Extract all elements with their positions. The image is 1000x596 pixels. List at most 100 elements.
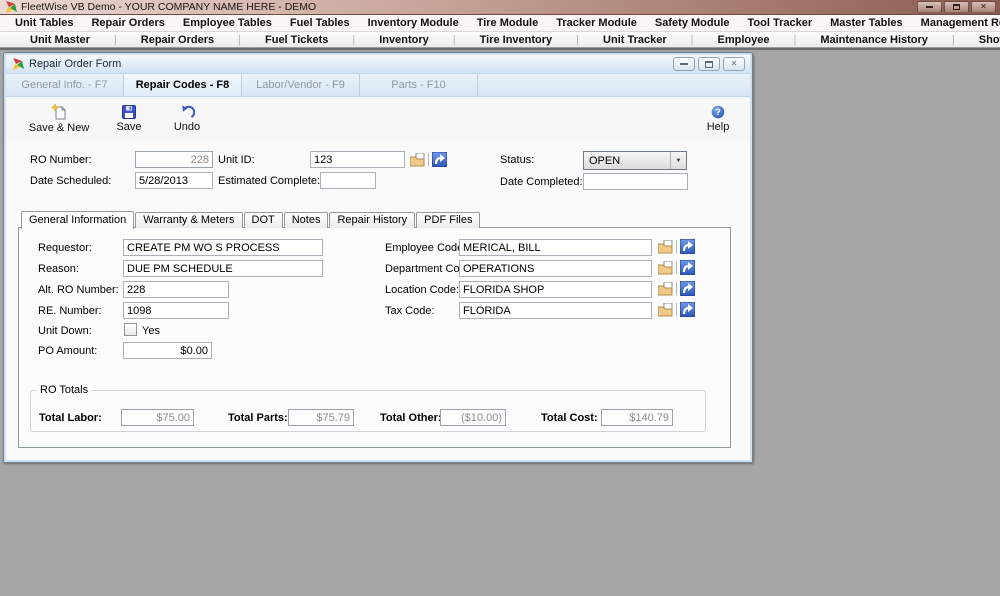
window-controls: ✕	[917, 1, 996, 13]
separator	[676, 282, 677, 295]
menu-inventory-module[interactable]: Inventory Module	[359, 17, 468, 29]
po-amount-field[interactable]	[123, 342, 212, 359]
ro-number-field[interactable]	[135, 151, 213, 168]
unit-down-checkbox[interactable]	[124, 323, 137, 336]
close-button[interactable]: ✕	[971, 1, 996, 13]
form-section-tabs: General Info. - F7 Repair Codes - F8 Lab…	[6, 74, 750, 97]
menu-tracker-module[interactable]: Tracker Module	[547, 17, 646, 29]
employee-code-field[interactable]	[459, 239, 652, 256]
total-cost-label: Total Cost:	[541, 410, 598, 427]
reason-label: Reason:	[38, 261, 79, 278]
shortcut-bar: Unit Master| Repair Orders| Fuel Tickets…	[0, 32, 1000, 48]
tab-repair-history[interactable]: Repair History	[329, 212, 415, 228]
re-number-label: RE. Number:	[38, 303, 102, 320]
shortcut-maintenance-history[interactable]: Maintenance History	[796, 34, 952, 46]
total-other-field[interactable]	[440, 409, 506, 426]
shortcut-inventory[interactable]: Inventory	[355, 34, 453, 46]
menu-unit-tables[interactable]: Unit Tables	[6, 17, 82, 29]
shortcut-repair-orders[interactable]: Repair Orders	[117, 34, 238, 46]
total-labor-label: Total Labor:	[39, 410, 102, 427]
help-button[interactable]: ? Help	[683, 100, 753, 138]
form-toolbar: Save & New Save	[6, 97, 750, 141]
menu-tire-module[interactable]: Tire Module	[468, 17, 548, 29]
menu-management-reports[interactable]: Management Reports	[912, 17, 1000, 29]
tab-dot[interactable]: DOT	[244, 212, 283, 228]
unit-down-yes-label: Yes	[142, 323, 160, 340]
menu-employee-tables[interactable]: Employee Tables	[174, 17, 281, 29]
date-completed-label: Date Completed:	[500, 174, 583, 191]
menu-repair-orders[interactable]: Repair Orders	[82, 17, 173, 29]
tab-pdf-files[interactable]: PDF Files	[416, 212, 480, 228]
total-labor-field[interactable]	[121, 409, 194, 426]
location-code-lookup-group	[658, 281, 695, 296]
tab-notes[interactable]: Notes	[284, 212, 329, 228]
estimated-complete-field[interactable]	[320, 172, 376, 189]
menu-tool-tracker[interactable]: Tool Tracker	[739, 17, 822, 29]
department-lookup-folder-icon[interactable]	[658, 261, 673, 275]
shortcut-unit-tracker[interactable]: Unit Tracker	[579, 34, 691, 46]
form-minimize-button[interactable]	[673, 57, 695, 71]
employee-goto-icon[interactable]	[680, 239, 695, 254]
tab-parts-f10[interactable]: Parts - F10	[360, 74, 478, 96]
main-titlebar[interactable]: FleetWise VB Demo - YOUR COMPANY NAME HE…	[0, 0, 1000, 15]
app-icon	[4, 1, 17, 14]
unit-id-lookup-group	[410, 152, 447, 167]
menu-safety-module[interactable]: Safety Module	[646, 17, 739, 29]
tab-warranty-meters[interactable]: Warranty & Meters	[135, 212, 242, 228]
location-goto-icon[interactable]	[680, 281, 695, 296]
date-scheduled-field[interactable]	[135, 172, 213, 189]
repair-order-form-titlebar[interactable]: Repair Order Form ✕	[6, 55, 750, 74]
undo-arrow-icon	[180, 105, 195, 119]
unit-goto-icon[interactable]	[432, 152, 447, 167]
menu-master-tables[interactable]: Master Tables	[821, 17, 912, 29]
tab-general-information[interactable]: General Information	[21, 211, 134, 229]
tax-lookup-folder-icon[interactable]	[658, 303, 673, 317]
form-icon	[11, 58, 24, 71]
tax-code-field[interactable]	[459, 302, 652, 319]
total-parts-field[interactable]	[288, 409, 354, 426]
tax-goto-icon[interactable]	[680, 302, 695, 317]
department-code-field[interactable]	[459, 260, 652, 277]
estimated-complete-label: Estimated Complete:	[218, 173, 320, 190]
ro-number-label: RO Number:	[30, 152, 92, 169]
tab-general-info-f7[interactable]: General Info. - F7	[6, 74, 124, 96]
minimize-button[interactable]	[917, 1, 942, 13]
tab-repair-codes-f8[interactable]: Repair Codes - F8	[124, 74, 242, 96]
window-title: FleetWise VB Demo - YOUR COMPANY NAME HE…	[21, 1, 316, 13]
date-completed-field[interactable]	[583, 173, 688, 190]
shortcut-show-reminders[interactable]: Show Reminders	[955, 34, 1000, 46]
shortcut-employee[interactable]: Employee	[693, 34, 793, 46]
shortcut-unit-master[interactable]: Unit Master	[6, 34, 114, 46]
location-code-field[interactable]	[459, 281, 652, 298]
undo-button[interactable]: Undo	[152, 100, 222, 138]
floppy-disk-icon	[122, 105, 136, 119]
total-other-label: Total Other:	[380, 410, 442, 427]
save-and-new-button[interactable]: Save & New	[24, 100, 94, 138]
form-maximize-button[interactable]	[698, 57, 720, 71]
date-scheduled-label: Date Scheduled:	[30, 173, 111, 190]
reason-field[interactable]	[123, 260, 323, 277]
form-close-button[interactable]: ✕	[723, 57, 745, 71]
form-title: Repair Order Form	[29, 58, 121, 70]
po-amount-label: PO Amount:	[38, 343, 97, 360]
location-lookup-folder-icon[interactable]	[658, 282, 673, 296]
ro-totals-group: RO Totals Total Labor: Total Parts: Tota…	[30, 384, 706, 432]
separator	[676, 240, 677, 253]
maximize-button[interactable]	[944, 1, 969, 13]
tab-labor-vendor-f9[interactable]: Labor/Vendor - F9	[242, 74, 360, 96]
status-dropdown[interactable]: OPEN ▼	[583, 151, 687, 170]
total-cost-field[interactable]	[601, 409, 673, 426]
unit-lookup-folder-icon[interactable]	[410, 153, 425, 167]
employee-lookup-folder-icon[interactable]	[658, 240, 673, 254]
re-number-field[interactable]	[123, 302, 229, 319]
unit-id-field[interactable]	[310, 151, 405, 168]
location-code-label: Location Code:	[385, 282, 459, 299]
alt-ro-number-field[interactable]	[123, 281, 229, 298]
alt-ro-number-label: Alt. RO Number:	[38, 282, 119, 299]
menu-fuel-tables[interactable]: Fuel Tables	[281, 17, 359, 29]
detail-tab-control: General Information Warranty & Meters DO…	[18, 210, 731, 448]
shortcut-fuel-tickets[interactable]: Fuel Tickets	[241, 34, 352, 46]
shortcut-tire-inventory[interactable]: Tire Inventory	[456, 34, 577, 46]
department-goto-icon[interactable]	[680, 260, 695, 275]
requestor-field[interactable]	[123, 239, 323, 256]
